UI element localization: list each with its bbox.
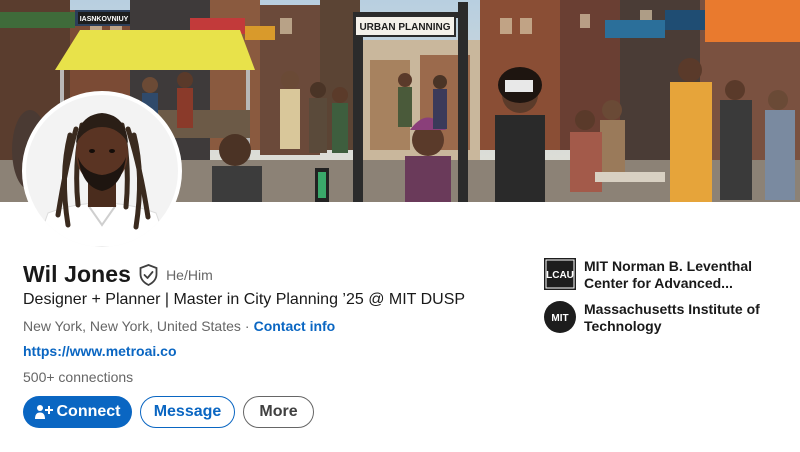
experience-org-lcau[interactable]: LCAU MIT Norman B. Leventhal Center for … — [544, 258, 784, 292]
org-name-line2: Technology — [584, 318, 662, 334]
website-link[interactable]: https://www.metroai.co — [23, 343, 177, 359]
org-name: Massachusetts Institute of Technology — [584, 301, 784, 335]
org-name: MIT Norman B. Leventhal Center for Advan… — [584, 258, 784, 292]
connections-count[interactable]: 500+ connections — [23, 369, 133, 385]
org-name-line2: Center for Advanced... — [584, 275, 733, 291]
profile-card: IASNKOVNIUY URBAN PLANNING Wil Jones He/… — [0, 0, 800, 452]
lcau-logo-text: LCAU — [546, 270, 574, 281]
profile-photo[interactable] — [22, 91, 182, 251]
verified-shield-icon[interactable] — [139, 263, 158, 286]
message-button[interactable]: Message — [140, 396, 235, 428]
connect-label: Connect — [56, 403, 121, 420]
org-name-line1: Massachusetts Institute of — [584, 301, 760, 317]
lcau-logo-icon: LCAU — [544, 258, 576, 290]
avatar-portrait — [26, 95, 178, 247]
profile-name: Wil Jones — [23, 261, 132, 287]
urban-planning-sign: URBAN PLANNING — [359, 22, 450, 33]
shop-sign-text: IASNKOVNIUY — [80, 16, 129, 23]
education-org-mit[interactable]: MIT Massachusetts Institute of Technolog… — [544, 301, 784, 335]
pronouns: He/Him — [166, 266, 213, 283]
contact-info-link[interactable]: Contact info — [254, 318, 336, 334]
location: New York, New York, United States — [23, 318, 241, 334]
connect-button[interactable]: Connect — [23, 396, 132, 428]
profile-headline: Designer + Planner | Master in City Plan… — [23, 291, 466, 308]
separator: · — [244, 318, 250, 334]
org-name-line1: MIT Norman B. Leventhal — [584, 258, 753, 274]
more-button[interactable]: More — [243, 396, 314, 428]
mit-logo-icon: MIT — [544, 301, 576, 333]
add-person-icon — [34, 405, 53, 419]
location-row: New York, New York, United States · Contac… — [23, 318, 335, 334]
mit-logo-text: MIT — [551, 313, 568, 324]
name-row: Wil Jones He/Him — [23, 261, 213, 288]
